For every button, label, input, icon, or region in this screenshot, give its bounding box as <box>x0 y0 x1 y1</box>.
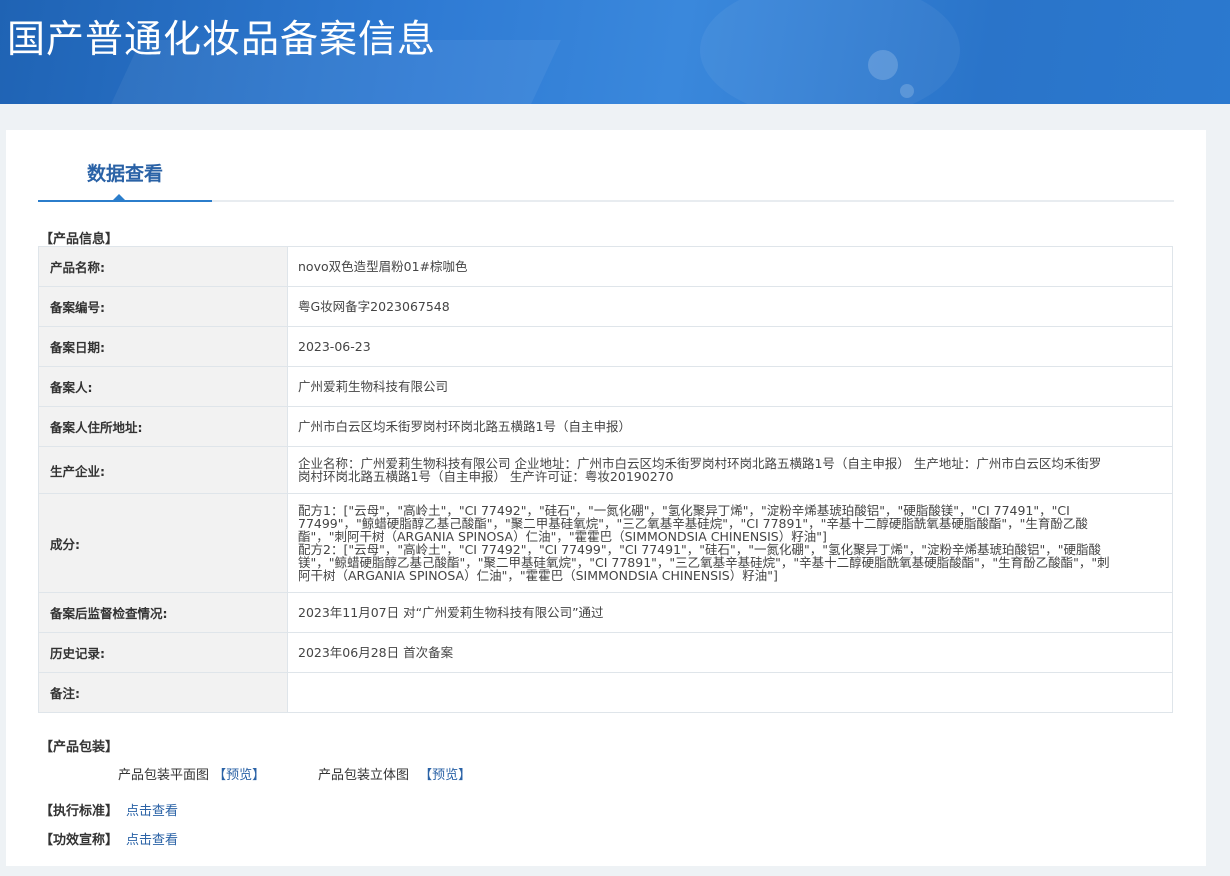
info-row-value: 2023年06月28日 首次备案 <box>287 632 1173 673</box>
standard-label: 【执行标准】 <box>40 804 119 819</box>
info-row: 备案人: 广州爱莉生物科技有限公司 <box>38 366 1173 407</box>
info-row: 产品名称: novo双色造型眉粉01#棕咖色 <box>38 246 1173 287</box>
packaging-solid-label: 产品包装立体图 <box>318 768 410 783</box>
efficacy-label: 【功效宣称】 <box>40 833 119 848</box>
info-row-label: 产品名称: <box>38 246 288 287</box>
banner-decoration <box>900 84 914 98</box>
banner-decoration <box>868 50 898 80</box>
product-info-title: 【产品信息】 <box>40 232 119 247</box>
standard-row: 【执行标准】 点击查看 <box>40 800 178 819</box>
info-row-value: 2023年11月07日 对“广州爱莉生物科技有限公司”通过 <box>287 592 1173 633</box>
info-row: 备注: <box>38 672 1173 713</box>
tab-caret-icon <box>113 194 125 200</box>
info-row-value: 企业名称：广州爱莉生物科技有限公司 企业地址：广州市白云区均禾街罗岗村环岗北路五… <box>287 446 1173 494</box>
info-row-value: 广州爱莉生物科技有限公司 <box>287 366 1173 407</box>
tab-label: 数据查看 <box>86 163 163 185</box>
efficacy-row: 【功效宣称】 点击查看 <box>40 829 178 848</box>
info-row-value: 广州市白云区均禾街罗岗村环岗北路五横路1号（自主申报） <box>287 406 1173 447</box>
info-row-value <box>287 672 1173 713</box>
info-row-label: 备注: <box>38 672 288 713</box>
info-row-label: 历史记录: <box>38 632 288 673</box>
info-row-label: 备案人住所地址: <box>38 406 288 447</box>
packaging-solid: 产品包装立体图 【预览】 <box>318 764 471 783</box>
packaging-solid-preview-link[interactable]: 【预览】 <box>419 768 471 783</box>
info-row-value: 配方1：["云母"，"高岭土"，"CI 77492"，"硅石"，"一氮化硼"，"… <box>287 493 1173 593</box>
info-row-label: 备案编号: <box>38 286 288 327</box>
tab-data-view[interactable]: 数据查看 <box>38 150 212 202</box>
info-row: 备案编号: 粤G妆网备字2023067548 <box>38 286 1173 327</box>
info-row: 备案人住所地址: 广州市白云区均禾街罗岗村环岗北路五横路1号（自主申报） <box>38 406 1173 447</box>
info-row-label: 备案日期: <box>38 326 288 367</box>
info-row-value: 粤G妆网备字2023067548 <box>287 286 1173 327</box>
page-title: 国产普通化妆品备案信息 <box>7 17 437 61</box>
packaging-flat-label: 产品包装平面图 <box>118 768 210 783</box>
info-row-label: 备案后监督检查情况: <box>38 592 288 633</box>
standard-view-link[interactable]: 点击查看 <box>126 804 178 819</box>
info-row: 生产企业: 企业名称：广州爱莉生物科技有限公司 企业地址：广州市白云区均禾街罗岗村… <box>38 446 1173 494</box>
info-row: 历史记录: 2023年06月28日 首次备案 <box>38 632 1173 673</box>
efficacy-view-link[interactable]: 点击查看 <box>126 833 178 848</box>
info-row-value: 2023-06-23 <box>287 326 1173 367</box>
info-row: 备案后监督检查情况: 2023年11月07日 对“广州爱莉生物科技有限公司”通过 <box>38 592 1173 633</box>
banner-decoration <box>700 0 960 104</box>
tab-bar: 数据查看 <box>38 150 1174 202</box>
info-row-label: 备案人: <box>38 366 288 407</box>
info-row: 备案日期: 2023-06-23 <box>38 326 1173 367</box>
info-row-value: novo双色造型眉粉01#棕咖色 <box>287 246 1173 287</box>
info-row: 成分: 配方1：["云母"，"高岭土"，"CI 77492"，"硅石"，"一氮化硼… <box>38 493 1173 593</box>
product-packaging-title: 【产品包装】 <box>40 740 119 755</box>
info-row-label: 成分: <box>38 493 288 593</box>
packaging-flat: 产品包装平面图 【预览】 <box>118 764 265 783</box>
header-banner: 国产普通化妆品备案信息 <box>0 0 1230 104</box>
packaging-flat-preview-link[interactable]: 【预览】 <box>213 768 265 783</box>
product-info-table: 产品名称: novo双色造型眉粉01#棕咖色 备案编号: 粤G妆网备字20230675… <box>38 246 1173 713</box>
info-row-label: 生产企业: <box>38 446 288 494</box>
content-card: 数据查看 【产品信息】 产品名称: novo双色造型眉粉01#棕咖色 备案编号: 粤G… <box>6 130 1206 866</box>
